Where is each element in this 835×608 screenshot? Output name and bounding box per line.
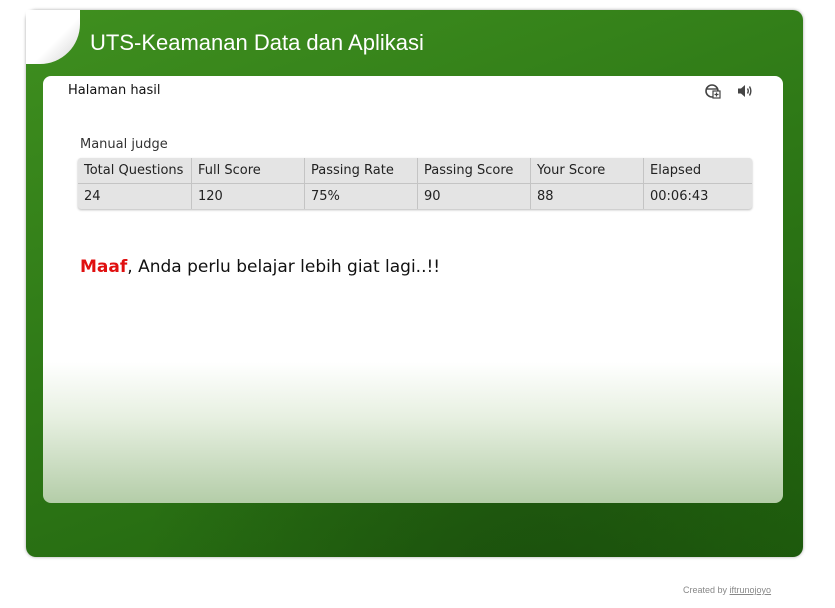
header-passing-score: Passing Score [417, 158, 531, 184]
cell-passing-rate: 75% [304, 183, 418, 209]
result-message: Maaf, Anda perlu belajar lebih giat lagi… [80, 257, 440, 277]
header-total-questions: Total Questions [78, 158, 192, 184]
table-caption: Manual judge [80, 137, 168, 152]
table-header-row: Total Questions Full Score Passing Rate … [78, 158, 752, 184]
app-title: UTS-Keamanan Data dan Aplikasi [90, 30, 424, 55]
content-panel: Halaman hasil Manual judge Total Questio… [43, 76, 783, 503]
header-passing-rate: Passing Rate [304, 158, 418, 184]
cell-total-questions: 24 [84, 189, 101, 204]
cell-elapsed: 00:06:43 [643, 183, 752, 209]
header-elapsed: Elapsed [643, 158, 752, 184]
cell-full-score: 120 [191, 183, 305, 209]
cell-your-score: 88 [530, 183, 644, 209]
result-message-highlight: Maaf [80, 257, 128, 277]
footer-credit: Created by iftrunojoyo [683, 585, 771, 595]
page-heading: Halaman hasil [68, 83, 161, 98]
credit-prefix: Created by [683, 585, 730, 595]
table-row: 24 120 75% 90 88 00:06:43 [78, 183, 752, 209]
header-full-score: Full Score [191, 158, 305, 184]
sound-icon[interactable] [737, 82, 754, 99]
navigation-icon[interactable] [704, 82, 721, 99]
cell-passing-score: 90 [417, 183, 531, 209]
credit-link[interactable]: iftrunojoyo [730, 585, 772, 595]
result-message-text: , Anda perlu belajar lebih giat lagi..!! [127, 257, 441, 277]
header-your-score: Your Score [530, 158, 644, 184]
result-table: Total Questions Full Score Passing Rate … [78, 158, 752, 209]
